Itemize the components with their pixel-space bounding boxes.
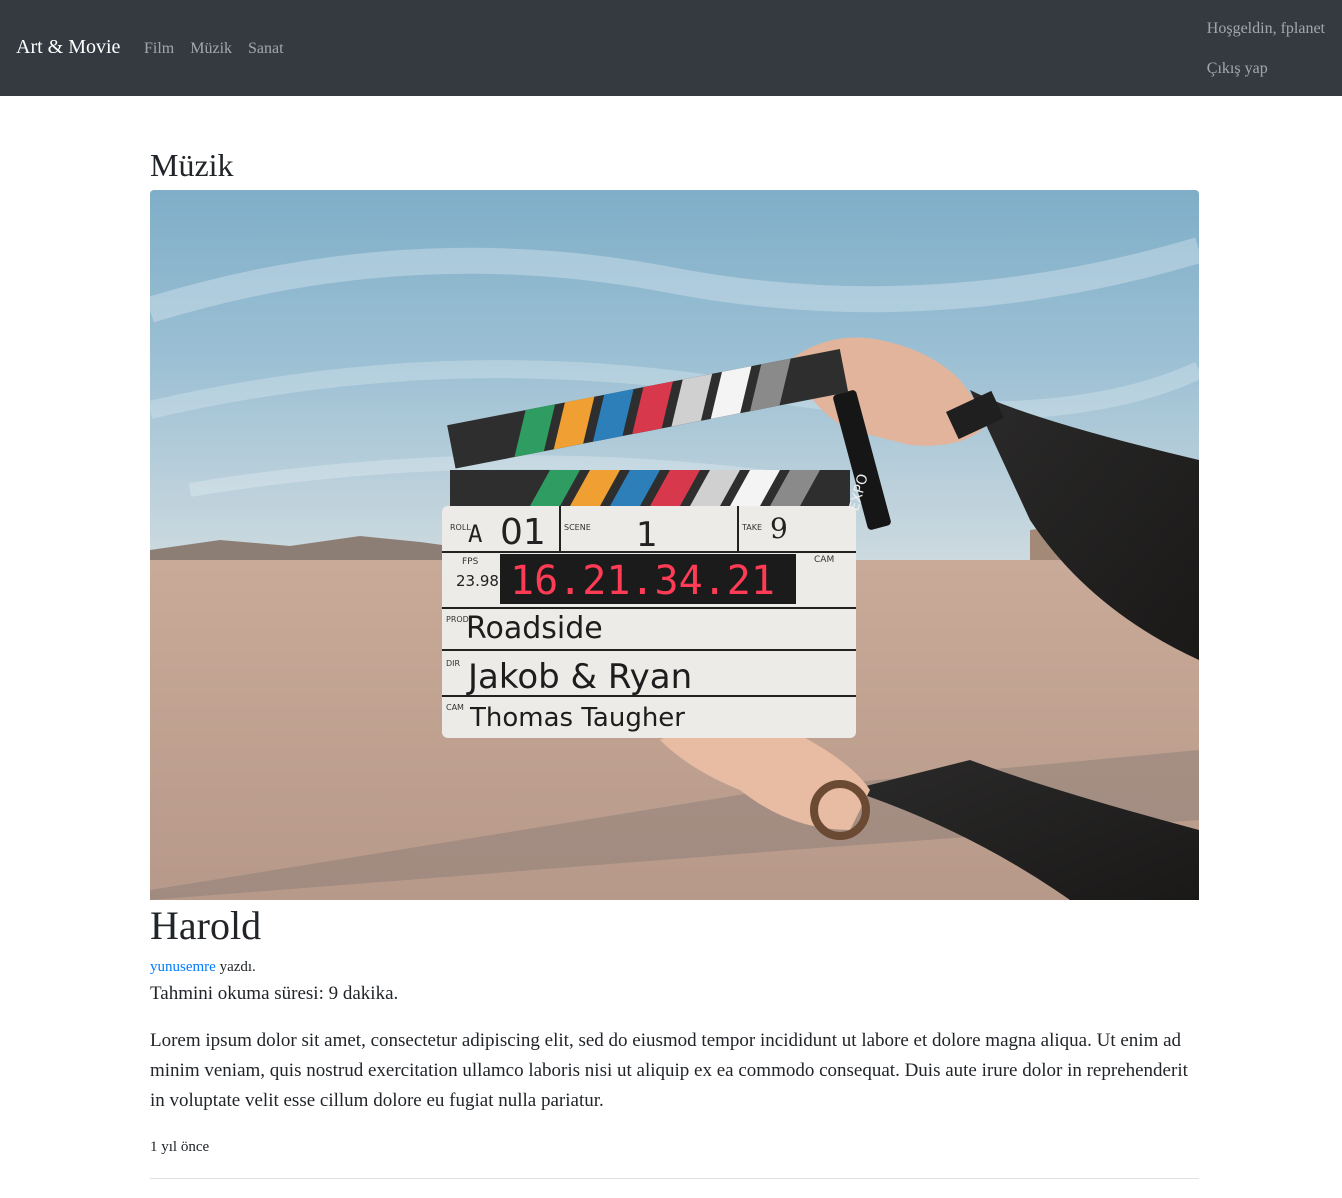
post-image[interactable]: ROLL A 01 SCENE 1 TAKE 9 FPS 23.98 16.21… <box>150 190 1199 900</box>
divider <box>150 1178 1199 1179</box>
clap-take: 1 <box>636 515 658 555</box>
reading-time: Tahmini okuma süresi: 9 dakika. <box>150 983 399 1004</box>
post-byline: yunusemre yazdı. <box>150 959 256 976</box>
user-menu: Hoşgeldin, fplanet Çıkış yap <box>1207 19 1325 99</box>
clap-timecode: 16.21.34.21 <box>510 558 775 604</box>
clap-label-scene: SCENE <box>564 523 591 532</box>
clap-label-cam2: CAM <box>446 703 464 712</box>
clap-label-dir: DIR <box>446 659 461 668</box>
post-body: Lorem ipsum dolor sit amet, consectetur … <box>150 1030 1188 1111</box>
brand-link[interactable]: Art & Movie <box>16 35 120 59</box>
clap-fps: 23.98 <box>456 572 499 590</box>
post-time: 1 yıl önce <box>150 1139 210 1155</box>
clap-label-take: TAKE <box>741 523 762 532</box>
navbar: Art & Movie Film Müzik Sanat Hoşgeldin, … <box>0 0 1342 96</box>
author-suffix: yazdı. <box>215 959 256 975</box>
post-title[interactable]: Harold <box>150 902 261 950</box>
nav-link-sanat[interactable]: Sanat <box>248 39 284 58</box>
clap-roll: A <box>468 520 483 548</box>
clap-dir: Jakob & Ryan <box>466 657 692 697</box>
author-link[interactable]: yunusemre <box>150 959 216 975</box>
nav-menu: Film Müzik Sanat <box>144 39 300 58</box>
nav-link-film[interactable]: Film <box>144 39 174 58</box>
clap-scene-number: 01 <box>500 512 546 553</box>
clap-prod: Roadside <box>466 611 603 646</box>
clap-cam: Thomas Taugher <box>469 703 685 733</box>
clap-cam-number: 9 <box>770 512 788 545</box>
clap-label-cam: CAM <box>814 555 834 565</box>
welcome-link[interactable]: Hoşgeldin, fplanet <box>1207 19 1325 38</box>
section-title: Müzik <box>150 147 234 183</box>
nav-link-muzik[interactable]: Müzik <box>190 39 232 58</box>
logout-link[interactable]: Çıkış yap <box>1207 59 1325 78</box>
clapperboard-photo: ROLL A 01 SCENE 1 TAKE 9 FPS 23.98 16.21… <box>150 190 1199 900</box>
clap-label-fps: FPS <box>462 557 479 567</box>
